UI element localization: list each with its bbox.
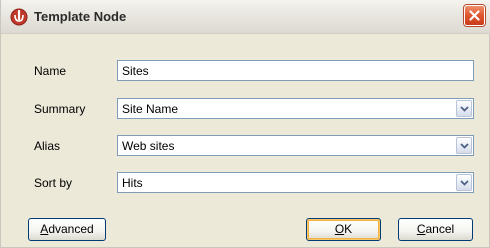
summary-select[interactable]: Site Name (117, 98, 474, 119)
ok-label: K (344, 222, 353, 236)
name-row: Name (1, 60, 490, 82)
sort-by-selected-value: Hits (122, 176, 143, 190)
close-button[interactable] (464, 5, 485, 26)
cancel-label: ancel (425, 222, 455, 236)
template-node-dialog: Template Node Name Summary Site Name Ali… (0, 0, 490, 248)
close-icon (469, 10, 480, 21)
name-field[interactable] (117, 60, 474, 81)
title-bar[interactable]: Template Node (1, 0, 490, 34)
app-logo-icon (10, 8, 28, 26)
advanced-button[interactable]: Advanced (28, 218, 106, 241)
ok-button[interactable]: OK (306, 218, 381, 241)
alias-label: Alias (34, 139, 61, 153)
alias-select[interactable]: Web sites (117, 135, 474, 156)
cancel-button[interactable]: Cancel (398, 218, 473, 241)
ok-mnemonic: O (334, 222, 345, 236)
sort-by-label: Sort by (34, 176, 73, 190)
chevron-down-icon (460, 180, 469, 186)
sort-by-row: Sort by Hits (1, 172, 490, 194)
advanced-label: dvanced (48, 222, 94, 236)
summary-row: Summary Site Name (1, 98, 490, 120)
window-title: Template Node (34, 9, 127, 24)
alias-selected-value: Web sites (122, 139, 175, 153)
sort-by-dropdown-button[interactable] (456, 174, 472, 191)
summary-label: Summary (34, 102, 86, 116)
sort-by-select[interactable]: Hits (117, 172, 474, 193)
alias-dropdown-button[interactable] (456, 137, 472, 154)
chevron-down-icon (460, 106, 469, 112)
summary-selected-value: Site Name (122, 102, 179, 116)
name-label: Name (34, 64, 67, 78)
chevron-down-icon (460, 143, 469, 149)
alias-row: Alias Web sites (1, 135, 490, 157)
summary-dropdown-button[interactable] (456, 100, 472, 117)
